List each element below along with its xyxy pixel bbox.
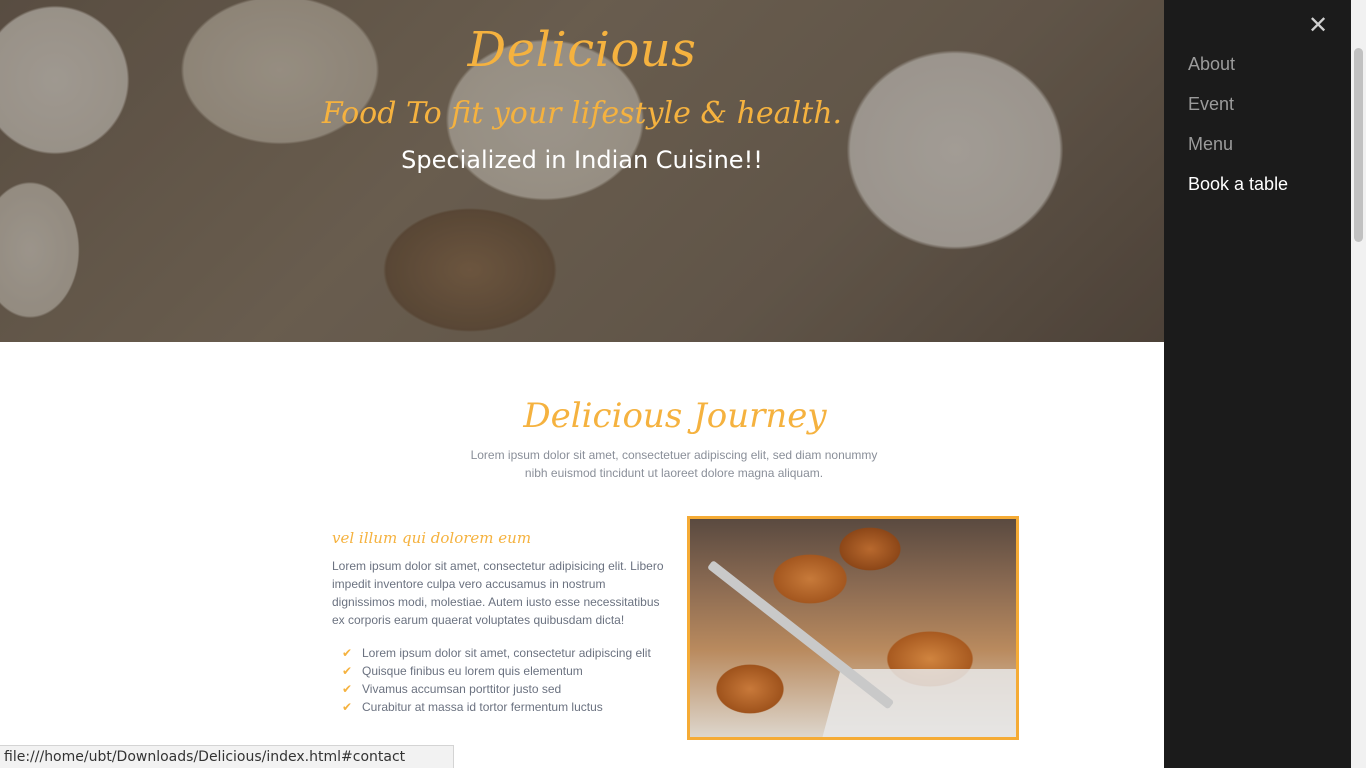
- photo-tongs-shape: [706, 560, 895, 710]
- feature-title: vel illum qui dolorem eum: [332, 529, 532, 547]
- check-icon: ✔: [342, 646, 353, 660]
- list-item-text: Vivamus accumsan porttitor justo sed: [362, 682, 562, 696]
- list-item-text: Curabitur at massa id tortor fermentum l…: [362, 700, 603, 714]
- hero-subtitle: Specialized in Indian Cuisine!!: [401, 146, 763, 174]
- check-icon: ✔: [342, 682, 353, 696]
- nav-item-menu[interactable]: Menu: [1188, 134, 1233, 155]
- scrollbar-thumb[interactable]: [1354, 48, 1363, 242]
- list-item: ✔ Lorem ipsum dolor sit amet, consectetur…: [342, 644, 662, 662]
- hero-tagline: Food To fit your lifestyle & health.: [321, 96, 843, 131]
- feature-list: ✔ Lorem ipsum dolor sit amet, consectetur…: [342, 644, 662, 716]
- close-icon[interactable]: ✕: [1306, 12, 1330, 40]
- hero-banner: Delicious Food To fit your lifestyle & h…: [0, 0, 1164, 342]
- list-item: ✔ Vivamus accumsan porttitor justo sed: [342, 680, 662, 698]
- fried-chicken-photo: [687, 516, 1019, 740]
- list-item-text: Quisque finibus eu lorem quis elementum: [362, 664, 583, 678]
- list-item: ✔ Curabitur at massa id tortor fermentum …: [342, 698, 662, 716]
- list-item-text: Lorem ipsum dolor sit amet, consectetur …: [362, 646, 651, 660]
- check-icon: ✔: [342, 700, 353, 714]
- list-item: ✔ Quisque finibus eu lorem quis elementum: [342, 662, 662, 680]
- nav-item-event[interactable]: Event: [1188, 94, 1234, 115]
- section-title: Delicious Journey: [523, 396, 827, 436]
- nav-item-book-a-table[interactable]: Book a table: [1188, 174, 1288, 195]
- feature-body: Lorem ipsum dolor sit amet, consectetur …: [332, 559, 664, 627]
- check-icon: ✔: [342, 664, 353, 678]
- side-nav-panel: ✕ About Event Menu Book a table: [1164, 0, 1351, 768]
- brand-logo: Delicious: [467, 22, 697, 78]
- section-intro: Lorem ipsum dolor sit amet, consectetuer…: [470, 448, 878, 480]
- page-scrollbar[interactable]: [1351, 0, 1366, 768]
- nav-item-about[interactable]: About: [1188, 54, 1235, 75]
- link-status-bar: file:///home/ubt/Downloads/Delicious/ind…: [0, 745, 454, 768]
